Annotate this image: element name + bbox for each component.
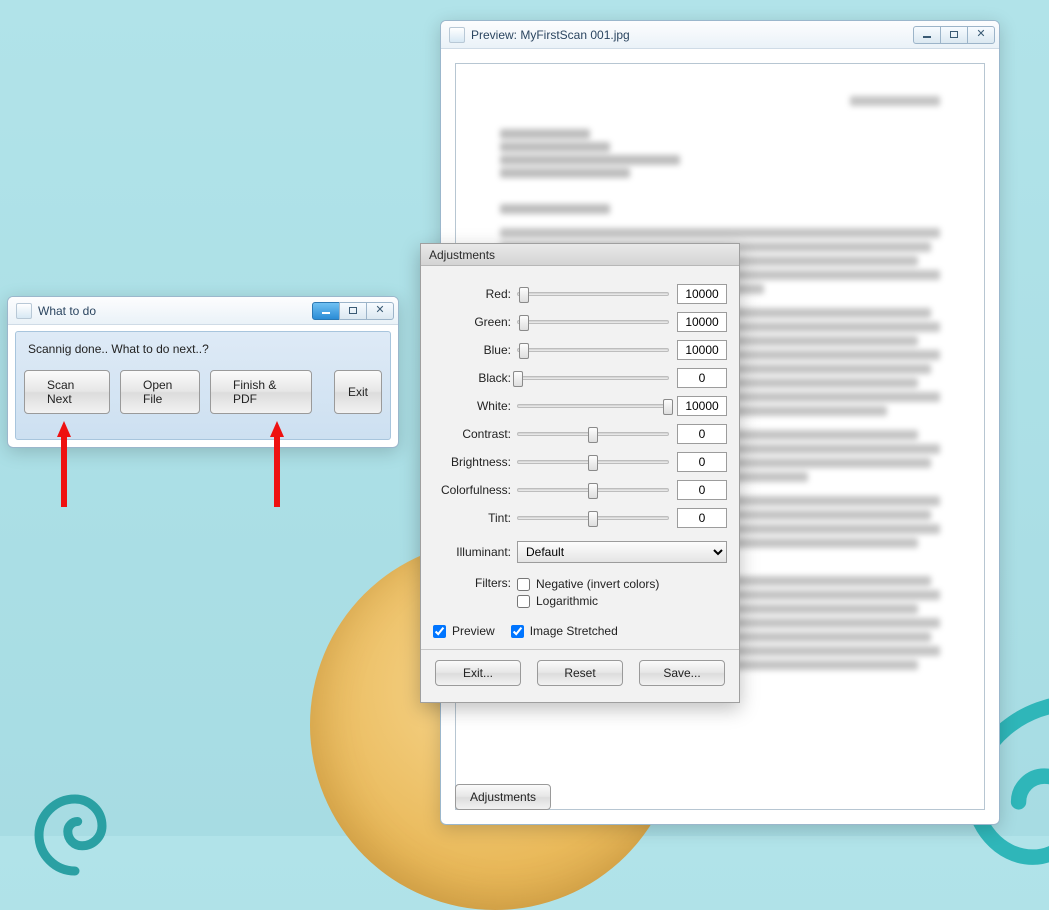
slider-white: White:: [433, 394, 727, 418]
decorative-swirl: [30, 790, 120, 880]
filters-label: Filters:: [433, 574, 511, 590]
slider-track[interactable]: [517, 348, 669, 352]
slider-blue: Blue:: [433, 338, 727, 362]
filters-row: Filters: Negative (invert colors) Logari…: [433, 574, 727, 611]
scan-next-button[interactable]: Scan Next: [24, 370, 110, 414]
preview-title: Preview: MyFirstScan 001.jpg: [471, 28, 914, 42]
slider-label: White:: [433, 399, 511, 413]
adjustments-button[interactable]: Adjustments: [455, 784, 551, 810]
what-to-do-window: What to do ✕ Scannig done.. What to do n…: [7, 296, 399, 448]
separator: [421, 649, 739, 650]
exit-button[interactable]: Exit: [334, 370, 382, 414]
slider-track[interactable]: [517, 376, 669, 380]
preview-checkbox-row[interactable]: Preview: [433, 624, 495, 638]
slider-tint: Tint:: [433, 506, 727, 530]
slider-value-input[interactable]: [677, 312, 727, 332]
illuminant-select[interactable]: Default: [517, 541, 727, 563]
wtd-app-icon: [16, 303, 32, 319]
finish-pdf-button[interactable]: Finish & PDF: [210, 370, 312, 414]
close-button[interactable]: ✕: [366, 302, 394, 320]
wtd-title: What to do: [38, 304, 313, 318]
logarithmic-label: Logarithmic: [536, 594, 598, 608]
slider-colorfulness: Colorfulness:: [433, 478, 727, 502]
slider-red: Red:: [433, 282, 727, 306]
slider-thumb[interactable]: [513, 371, 523, 387]
slider-label: Red:: [433, 287, 511, 301]
negative-label: Negative (invert colors): [536, 577, 659, 591]
illuminant-row: Illuminant: Default: [433, 540, 727, 564]
illuminant-label: Illuminant:: [433, 545, 511, 559]
slider-value-input[interactable]: [677, 424, 727, 444]
wtd-body: Scannig done.. What to do next..? Scan N…: [15, 331, 391, 440]
preview-titlebar[interactable]: Preview: MyFirstScan 001.jpg ✕: [441, 21, 999, 49]
preview-app-icon: [449, 27, 465, 43]
slider-label: Colorfulness:: [433, 483, 511, 497]
minimize-button[interactable]: [913, 26, 941, 44]
slider-thumb[interactable]: [519, 315, 529, 331]
slider-label: Black:: [433, 371, 511, 385]
slider-contrast: Contrast:: [433, 422, 727, 446]
negative-checkbox[interactable]: [517, 578, 530, 591]
slider-thumb[interactable]: [588, 511, 598, 527]
slider-thumb[interactable]: [519, 343, 529, 359]
slider-track[interactable]: [517, 292, 669, 296]
slider-track[interactable]: [517, 488, 669, 492]
slider-thumb[interactable]: [588, 427, 598, 443]
slider-track[interactable]: [517, 432, 669, 436]
preview-label: Preview: [452, 624, 495, 638]
slider-label: Green:: [433, 315, 511, 329]
slider-thumb[interactable]: [588, 455, 598, 471]
maximize-button[interactable]: [940, 26, 968, 44]
stretched-label: Image Stretched: [530, 624, 618, 638]
maximize-button[interactable]: [339, 302, 367, 320]
slider-thumb[interactable]: [663, 399, 673, 415]
stretched-checkbox[interactable]: [511, 625, 524, 638]
adjustments-panel: Adjustments Red: Green: Blue: Black: Whi…: [420, 243, 740, 703]
preview-checkbox[interactable]: [433, 625, 446, 638]
adj-exit-button[interactable]: Exit...: [435, 660, 521, 686]
open-file-button[interactable]: Open File: [120, 370, 200, 414]
slider-track[interactable]: [517, 404, 669, 408]
slider-value-input[interactable]: [677, 368, 727, 388]
slider-track[interactable]: [517, 320, 669, 324]
logarithmic-checkbox[interactable]: [517, 595, 530, 608]
slider-value-input[interactable]: [677, 508, 727, 528]
negative-checkbox-row[interactable]: Negative (invert colors): [517, 577, 659, 591]
adj-reset-button[interactable]: Reset: [537, 660, 623, 686]
slider-label: Contrast:: [433, 427, 511, 441]
slider-value-input[interactable]: [677, 284, 727, 304]
slider-label: Brightness:: [433, 455, 511, 469]
stretched-checkbox-row[interactable]: Image Stretched: [511, 624, 618, 638]
slider-value-input[interactable]: [677, 340, 727, 360]
slider-thumb[interactable]: [588, 483, 598, 499]
logarithmic-checkbox-row[interactable]: Logarithmic: [517, 594, 659, 608]
slider-thumb[interactable]: [519, 287, 529, 303]
slider-value-input[interactable]: [677, 452, 727, 472]
slider-label: Blue:: [433, 343, 511, 357]
adj-save-button[interactable]: Save...: [639, 660, 725, 686]
slider-track[interactable]: [517, 460, 669, 464]
slider-track[interactable]: [517, 516, 669, 520]
close-button[interactable]: ✕: [967, 26, 995, 44]
slider-value-input[interactable]: [677, 480, 727, 500]
adjustments-title[interactable]: Adjustments: [421, 244, 739, 266]
slider-green: Green:: [433, 310, 727, 334]
wtd-message: Scannig done.. What to do next..?: [28, 342, 378, 356]
minimize-button[interactable]: [312, 302, 340, 320]
wtd-titlebar[interactable]: What to do ✕: [8, 297, 398, 325]
slider-value-input[interactable]: [677, 396, 727, 416]
slider-brightness: Brightness:: [433, 450, 727, 474]
slider-black: Black:: [433, 366, 727, 390]
slider-label: Tint:: [433, 511, 511, 525]
